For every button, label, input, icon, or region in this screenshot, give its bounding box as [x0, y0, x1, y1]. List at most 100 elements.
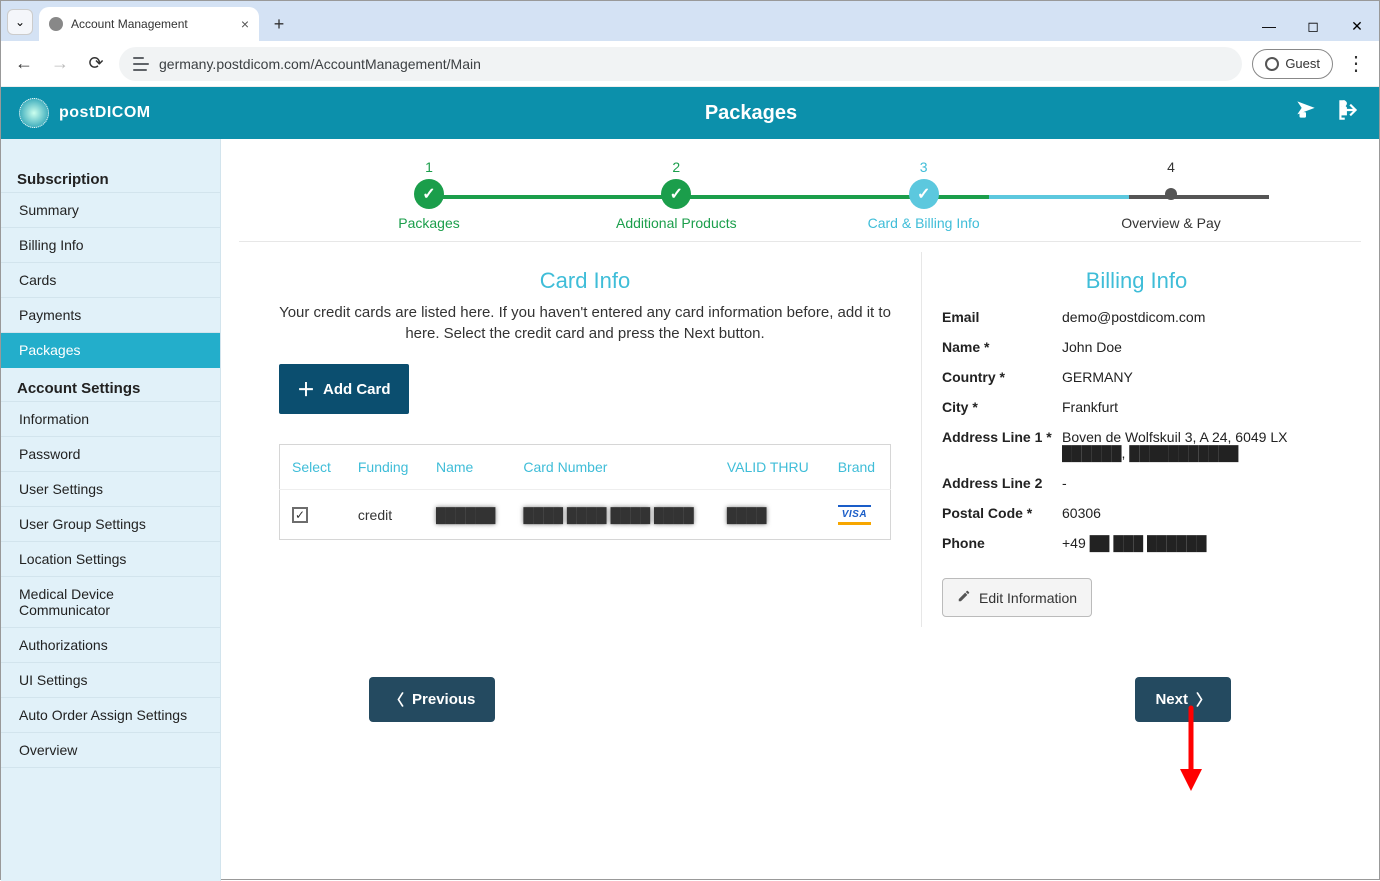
brand[interactable]: postDICOM — [19, 98, 209, 128]
payments-icon[interactable] — [1293, 97, 1319, 129]
billing-key-addr1: Address Line 1 * — [942, 429, 1062, 461]
sidebar-item-ui-settings[interactable]: UI Settings — [1, 663, 220, 698]
billing-key-phone: Phone — [942, 535, 1062, 551]
window-controls: — ◻ ✕ — [1247, 11, 1379, 41]
browser-chrome: ⌄ Account Management × + — ◻ ✕ ← → ⟳ ger… — [1, 1, 1379, 87]
dot-icon — [1165, 188, 1177, 200]
browser-tab[interactable]: Account Management × — [39, 7, 259, 41]
stepper: 1 ✓ Packages 2 ✓ Additional Products 3 ✓… — [239, 139, 1361, 242]
billing-key-city: City * — [942, 399, 1062, 415]
tab-title: Account Management — [71, 17, 188, 31]
sidebar-item-user-group-settings[interactable]: User Group Settings — [1, 507, 220, 542]
favicon-icon — [49, 17, 63, 31]
forward-button[interactable]: → — [47, 51, 73, 77]
previous-button[interactable]: 〈 Previous — [369, 677, 495, 722]
col-name: Name — [424, 445, 511, 490]
add-card-button[interactable]: ＋ Add Card — [279, 364, 409, 414]
table-row[interactable]: ✓ credit ██████ ████ ████ ████ ████ ████… — [280, 490, 891, 540]
check-icon: ✓ — [414, 179, 444, 209]
person-icon — [1265, 57, 1279, 71]
step-card-billing[interactable]: 3 ✓ Card & Billing Info — [844, 159, 1004, 231]
billing-key-addr2: Address Line 2 — [942, 475, 1062, 491]
billing-key-country: Country * — [942, 369, 1062, 385]
browser-menu-button[interactable]: ⋮ — [1343, 51, 1369, 76]
edit-information-button[interactable]: Edit Information — [942, 578, 1092, 617]
col-select: Select — [280, 445, 346, 490]
card-table: Select Funding Name Card Number VALID TH… — [279, 444, 891, 540]
col-funding: Funding — [346, 445, 424, 490]
reload-button[interactable]: ⟳ — [83, 51, 109, 77]
sidebar-item-location-settings[interactable]: Location Settings — [1, 542, 220, 577]
minimize-button[interactable]: — — [1247, 11, 1291, 41]
step-overview-pay[interactable]: 4 Overview & Pay — [1091, 159, 1251, 231]
url-field[interactable]: germany.postdicom.com/AccountManagement/… — [119, 47, 1242, 81]
sidebar-item-summary[interactable]: Summary — [1, 193, 220, 228]
sidebar-section-subscription: Subscription — [1, 159, 220, 193]
red-arrow-annotation — [1176, 703, 1206, 796]
close-tab-icon[interactable]: × — [241, 16, 249, 32]
previous-label: Previous — [412, 691, 475, 708]
billing-key-name: Name * — [942, 339, 1062, 355]
logo-icon — [19, 98, 49, 128]
billing-key-postal: Postal Code * — [942, 505, 1062, 521]
col-brand: Brand — [826, 445, 891, 490]
sidebar-item-overview[interactable]: Overview — [1, 733, 220, 768]
sidebar-item-information[interactable]: Information — [1, 402, 220, 437]
new-tab-button[interactable]: + — [265, 10, 293, 38]
check-icon: ✓ — [909, 179, 939, 209]
billing-info-title: Billing Info — [942, 268, 1331, 294]
billing-info-section: Billing Info Emaildemo@postdicom.com Nam… — [921, 252, 1361, 627]
guest-label: Guest — [1285, 56, 1320, 71]
billing-val-postal: 60306 — [1062, 505, 1331, 521]
tab-search-button[interactable]: ⌄ — [7, 9, 33, 35]
billing-val-country: GERMANY — [1062, 369, 1331, 385]
sidebar-item-medical-device-communicator[interactable]: Medical Device Communicator — [1, 577, 220, 628]
step-packages[interactable]: 1 ✓ Packages — [349, 159, 509, 231]
sidebar-item-billing-info[interactable]: Billing Info — [1, 228, 220, 263]
billing-val-addr2: - — [1062, 475, 1331, 491]
close-window-button[interactable]: ✕ — [1335, 11, 1379, 41]
card-info-desc: Your credit cards are listed here. If yo… — [279, 302, 891, 344]
guest-profile-button[interactable]: Guest — [1252, 49, 1333, 79]
billing-val-name: John Doe — [1062, 339, 1331, 355]
sidebar-item-password[interactable]: Password — [1, 437, 220, 472]
page-title: Packages — [209, 102, 1293, 125]
site-settings-icon[interactable] — [133, 57, 149, 71]
billing-val-email: demo@postdicom.com — [1062, 309, 1331, 325]
content-area: 1 ✓ Packages 2 ✓ Additional Products 3 ✓… — [221, 139, 1379, 881]
sidebar-item-packages[interactable]: Packages — [1, 333, 220, 368]
step-additional-products[interactable]: 2 ✓ Additional Products — [596, 159, 756, 231]
card-info-section: Card Info Your credit cards are listed h… — [239, 252, 921, 627]
exit-icon[interactable] — [1335, 97, 1361, 129]
billing-val-phone: +49 ██ ███ ██████ — [1062, 535, 1331, 551]
col-card-number: Card Number — [511, 445, 714, 490]
check-icon: ✓ — [661, 179, 691, 209]
billing-key-email: Email — [942, 309, 1062, 325]
sidebar: Subscription Summary Billing Info Cards … — [1, 139, 221, 881]
sidebar-item-payments[interactable]: Payments — [1, 298, 220, 333]
sidebar-item-auto-order-assign-settings[interactable]: Auto Order Assign Settings — [1, 698, 220, 733]
url-text: germany.postdicom.com/AccountManagement/… — [159, 56, 481, 72]
maximize-button[interactable]: ◻ — [1291, 11, 1335, 41]
sidebar-item-authorizations[interactable]: Authorizations — [1, 628, 220, 663]
cell-valid-thru: ████ — [715, 490, 826, 540]
visa-icon: VISA — [838, 505, 871, 525]
billing-val-city: Frankfurt — [1062, 399, 1331, 415]
edit-button-label: Edit Information — [979, 590, 1077, 606]
address-bar: ← → ⟳ germany.postdicom.com/AccountManag… — [1, 41, 1379, 87]
app-header: postDICOM Packages — [1, 87, 1379, 139]
add-card-label: Add Card — [323, 381, 391, 398]
plus-icon: ＋ — [297, 376, 315, 402]
billing-val-addr1: Boven de Wolfskuil 3, A 24, 6049 LX ████… — [1062, 429, 1331, 461]
sidebar-section-account-settings: Account Settings — [1, 368, 220, 402]
chevron-left-icon: 〈 — [389, 689, 404, 710]
select-card-checkbox[interactable]: ✓ — [292, 507, 308, 523]
col-valid-thru: VALID THRU — [715, 445, 826, 490]
card-info-title: Card Info — [279, 268, 891, 294]
cell-name: ██████ — [424, 490, 511, 540]
back-button[interactable]: ← — [11, 51, 37, 77]
cell-card-number: ████ ████ ████ ████ — [511, 490, 714, 540]
sidebar-item-user-settings[interactable]: User Settings — [1, 472, 220, 507]
brand-name: postDICOM — [59, 104, 151, 122]
sidebar-item-cards[interactable]: Cards — [1, 263, 220, 298]
